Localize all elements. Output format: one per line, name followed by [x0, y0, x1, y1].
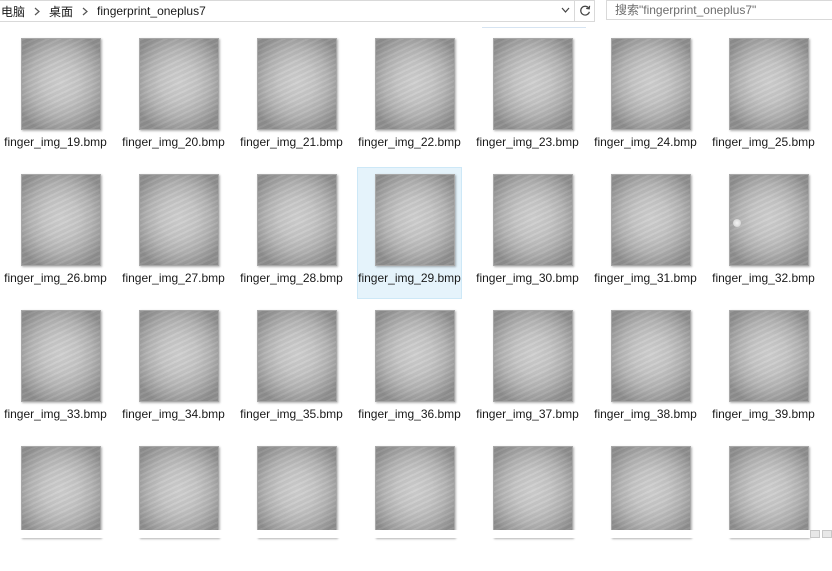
image-thumbnail — [611, 174, 691, 266]
image-thumbnail — [375, 446, 455, 538]
file-item[interactable] — [121, 439, 226, 571]
image-thumbnail — [21, 174, 101, 266]
image-thumbnail — [21, 38, 101, 130]
image-thumbnail — [375, 38, 455, 130]
image-thumbnail — [729, 446, 809, 538]
file-item[interactable] — [711, 439, 816, 571]
file-name-label: finger_img_39.bmp — [712, 407, 815, 421]
file-name-label: finger_img_31.bmp — [594, 271, 697, 285]
file-name-label: finger_img_28.bmp — [240, 271, 343, 285]
file-item[interactable]: finger_img_32.bmp — [711, 167, 816, 299]
file-item[interactable] — [3, 439, 108, 571]
file-name-label: finger_img_27.bmp — [122, 271, 225, 285]
image-thumbnail — [375, 310, 455, 402]
file-item[interactable]: finger_img_24.bmp — [593, 31, 698, 163]
file-item[interactable]: finger_img_26.bmp — [3, 167, 108, 299]
navigation-bar: 电脑 桌面 fingerprint_oneplus7 — [0, 0, 832, 22]
breadcrumb-item-folder[interactable]: fingerprint_oneplus7 — [94, 4, 209, 18]
breadcrumb-item-pc[interactable]: 电脑 — [0, 3, 28, 20]
file-item[interactable]: finger_img_39.bmp — [711, 303, 816, 435]
file-item[interactable]: finger_img_34.bmp — [121, 303, 226, 435]
image-thumbnail — [729, 310, 809, 402]
file-name-label: finger_img_23.bmp — [476, 135, 579, 149]
file-name-label: finger_img_24.bmp — [594, 135, 697, 149]
search-input[interactable] — [615, 2, 832, 18]
file-name-label: finger_img_26.bmp — [4, 271, 107, 285]
file-name-label: finger_img_36.bmp — [358, 407, 461, 421]
image-thumbnail — [493, 38, 573, 130]
file-item[interactable]: finger_img_27.bmp — [121, 167, 226, 299]
image-thumbnail — [257, 38, 337, 130]
file-item[interactable] — [357, 439, 462, 571]
image-thumbnail — [493, 446, 573, 538]
file-item[interactable]: finger_img_29.bmp — [357, 167, 462, 299]
view-toggle[interactable] — [806, 530, 832, 538]
file-item[interactable]: finger_img_36.bmp — [357, 303, 462, 435]
image-thumbnail — [257, 174, 337, 266]
refresh-icon[interactable] — [575, 0, 595, 22]
file-name-label: finger_img_25.bmp — [712, 135, 815, 149]
image-thumbnail — [729, 38, 809, 130]
file-grid: finger_img_19.bmp finger_img_20.bmp finger… — [0, 28, 832, 538]
file-item[interactable]: finger_img_38.bmp — [593, 303, 698, 435]
file-name-label: finger_img_33.bmp — [4, 407, 107, 421]
file-item[interactable]: finger_img_30.bmp — [475, 167, 580, 299]
file-item[interactable]: finger_img_35.bmp — [239, 303, 344, 435]
file-name-label: finger_img_35.bmp — [240, 407, 343, 421]
search-box[interactable] — [606, 0, 832, 20]
chevron-right-icon[interactable] — [28, 7, 46, 16]
file-item[interactable] — [239, 439, 344, 571]
chevron-right-icon[interactable] — [76, 7, 94, 16]
file-name-label: finger_img_22.bmp — [358, 135, 461, 149]
thumbnail-highlight — [733, 219, 741, 227]
file-item[interactable]: finger_img_19.bmp — [3, 31, 108, 163]
image-thumbnail — [493, 174, 573, 266]
image-thumbnail — [139, 310, 219, 402]
file-name-label: finger_img_29.bmp — [358, 271, 461, 285]
file-item[interactable]: finger_img_31.bmp — [593, 167, 698, 299]
image-thumbnail — [21, 310, 101, 402]
image-thumbnail — [611, 446, 691, 538]
image-thumbnail — [611, 310, 691, 402]
file-item[interactable]: finger_img_37.bmp — [475, 303, 580, 435]
status-bar — [0, 530, 832, 538]
image-thumbnail — [139, 38, 219, 130]
details-view-icon[interactable] — [810, 530, 820, 538]
file-item[interactable] — [475, 439, 580, 571]
file-name-label: finger_img_32.bmp — [712, 271, 815, 285]
chevron-down-icon[interactable] — [556, 0, 574, 20]
file-item[interactable]: finger_img_33.bmp — [3, 303, 108, 435]
file-item[interactable]: finger_img_20.bmp — [121, 31, 226, 163]
file-item[interactable]: finger_img_22.bmp — [357, 31, 462, 163]
file-item[interactable]: finger_img_28.bmp — [239, 167, 344, 299]
file-name-label: finger_img_30.bmp — [476, 271, 579, 285]
image-thumbnail — [21, 446, 101, 538]
file-name-label: finger_img_34.bmp — [122, 407, 225, 421]
image-thumbnail — [729, 174, 809, 266]
file-item[interactable]: finger_img_25.bmp — [711, 31, 816, 163]
image-thumbnail — [139, 446, 219, 538]
file-name-label: finger_img_37.bmp — [476, 407, 579, 421]
breadcrumb-item-desktop[interactable]: 桌面 — [46, 3, 76, 20]
large-icons-view-icon[interactable] — [822, 530, 832, 538]
address-bar[interactable]: 电脑 桌面 fingerprint_oneplus7 — [0, 0, 575, 22]
file-item[interactable]: finger_img_21.bmp — [239, 31, 344, 163]
image-thumbnail — [139, 174, 219, 266]
file-name-label: finger_img_19.bmp — [4, 135, 107, 149]
file-item[interactable]: finger_img_23.bmp — [475, 31, 580, 163]
image-thumbnail — [375, 174, 455, 266]
file-item[interactable] — [593, 439, 698, 571]
file-name-label: finger_img_38.bmp — [594, 407, 697, 421]
image-thumbnail — [493, 310, 573, 402]
file-name-label: finger_img_21.bmp — [240, 135, 343, 149]
file-name-label: finger_img_20.bmp — [122, 135, 225, 149]
image-thumbnail — [611, 38, 691, 130]
image-thumbnail — [257, 446, 337, 538]
image-thumbnail — [257, 310, 337, 402]
